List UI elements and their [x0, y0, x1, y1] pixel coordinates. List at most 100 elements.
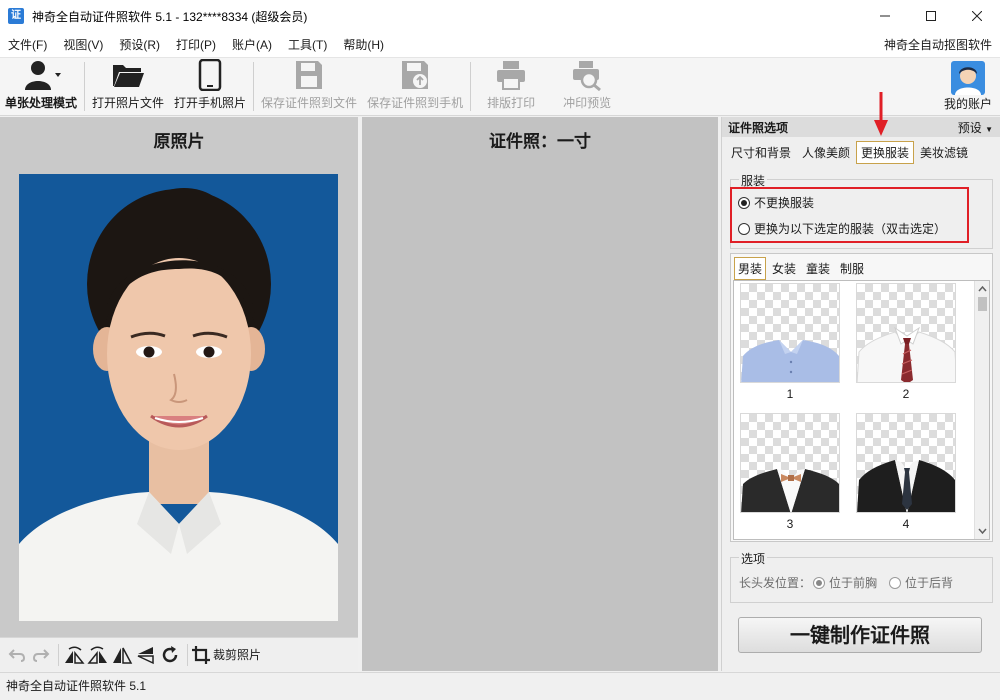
print-preview-icon — [573, 61, 602, 91]
tab-change-clothing[interactable]: 更换服装 — [856, 141, 915, 164]
save-file-button[interactable]: 保存证件照到文件 — [256, 58, 362, 115]
radio-change-clothing[interactable]: 更换为以下选定的服装（双击选定） — [738, 220, 946, 237]
single-mode-label: 单张处理模式 — [5, 96, 78, 110]
menu-preset[interactable]: 预设(R) — [111, 32, 168, 58]
hair-position-row: 长头发位置： 位于前胸 位于后背 — [739, 574, 953, 591]
rotate-right-button[interactable] — [87, 644, 109, 666]
red-arrow-icon — [874, 92, 888, 136]
refresh-icon — [162, 645, 178, 662]
menu-file[interactable]: 文件(F) — [0, 32, 55, 58]
layout-print-button[interactable]: 排版打印 — [473, 58, 549, 115]
maximize-icon — [926, 11, 936, 21]
clothing-number: 4 — [902, 517, 910, 531]
clothing-item[interactable]: 3 — [740, 413, 840, 531]
refresh-button[interactable] — [159, 644, 181, 666]
gallery-scrollbar[interactable] — [974, 281, 989, 539]
clothing-thumbnail — [740, 283, 840, 383]
clothing-item[interactable]: 4 — [856, 413, 956, 531]
original-photo[interactable] — [19, 174, 338, 621]
menu-help[interactable]: 帮助(H) — [335, 32, 392, 58]
tab-womenswear[interactable]: 女装 — [768, 257, 800, 280]
clothing-number: 3 — [786, 517, 794, 531]
hair-back-label: 位于后背 — [905, 576, 954, 590]
preset-label: 预设 — [957, 120, 982, 135]
rotate-right-icon — [87, 646, 107, 664]
close-icon — [972, 11, 982, 21]
my-account-button[interactable]: 我的账户 — [944, 58, 992, 116]
radio-no-change-label: 不更换服装 — [754, 196, 815, 210]
menu-tools[interactable]: 工具(T) — [280, 32, 335, 58]
save-to-phone-icon — [402, 61, 429, 89]
printer-icon — [497, 61, 526, 90]
radio-checked-icon — [738, 196, 750, 209]
cutout-software-link[interactable]: 神奇全自动抠图软件 — [884, 32, 992, 58]
radio-no-change[interactable]: 不更换服装 — [738, 194, 814, 211]
menu-print[interactable]: 打印(P) — [168, 32, 224, 58]
crop-label: 裁剪照片 — [213, 648, 262, 662]
flip-vertical-button[interactable] — [135, 644, 157, 666]
rotate-left-button[interactable] — [63, 644, 85, 666]
title-bar: 证 神奇全自动证件照软件 5.1 - 132****8334 (超级会员) — [0, 0, 1000, 32]
gallery-tabs: 男装 女装 童装 制服 — [734, 257, 870, 280]
folder-open-icon — [113, 65, 145, 87]
clothing-thumbnail — [856, 413, 956, 513]
radio-hair-front-icon[interactable] — [813, 576, 826, 589]
tab-beauty[interactable]: 人像美颜 — [797, 141, 855, 164]
clothing-thumbnail — [856, 283, 956, 383]
suit-tie-image — [857, 460, 955, 512]
clothing-number: 2 — [902, 387, 910, 401]
id-photo-title: 证件照：一寸 — [489, 132, 591, 152]
tab-size-background[interactable]: 尺寸和背景 — [726, 141, 796, 164]
open-file-button[interactable]: 打开照片文件 — [87, 58, 169, 115]
undo-button[interactable] — [6, 644, 28, 666]
radio-hair-back-icon[interactable] — [889, 576, 902, 589]
hair-position-label: 长头发位置： — [739, 576, 812, 590]
open-file-label: 打开照片文件 — [92, 96, 165, 110]
save-phone-button[interactable]: 保存证件照到手机 — [362, 58, 468, 115]
id-photo-preview-panel: 证件照：一寸 — [362, 117, 718, 671]
options-group: 选项 长头发位置： 位于前胸 位于后背 — [730, 550, 993, 603]
tab-uniform[interactable]: 制服 — [836, 257, 868, 280]
scrollbar-thumb[interactable] — [978, 297, 987, 311]
print-preview-label: 冲印预览 — [563, 96, 612, 110]
clothing-gallery: 男装 女装 童装 制服 1 2 3 4 — [730, 253, 993, 542]
redo-button[interactable] — [30, 644, 52, 666]
options-header: 证件照选项 预设 ▼ — [722, 117, 1000, 137]
minimize-button[interactable] — [862, 0, 908, 32]
make-id-photo-button[interactable]: 一键制作证件照 — [738, 617, 982, 653]
clothing-number: 1 — [786, 387, 794, 401]
status-bar: 神奇全自动证件照软件 5.1 — [0, 672, 1000, 700]
redo-icon — [32, 648, 50, 662]
menu-view[interactable]: 视图(V) — [55, 32, 111, 58]
toolbar-separator — [253, 62, 255, 111]
menu-account[interactable]: 账户(A) — [224, 32, 280, 58]
clothing-item[interactable]: 1 — [740, 283, 840, 401]
preset-dropdown[interactable]: 预设 ▼ — [958, 119, 993, 136]
flip-horizontal-button[interactable] — [111, 644, 133, 666]
crop-icon — [192, 645, 210, 664]
open-phone-label: 打开手机照片 — [174, 96, 247, 110]
save-icon — [296, 61, 323, 89]
print-preview-button[interactable]: 冲印预览 — [549, 58, 625, 115]
close-button[interactable] — [954, 0, 1000, 32]
tab-makeup-filter[interactable]: 美妆滤镜 — [915, 141, 973, 164]
maximize-button[interactable] — [908, 0, 954, 32]
white-shirt-tie-image — [857, 326, 955, 382]
hair-front-label: 位于前胸 — [829, 576, 878, 590]
open-phone-button[interactable]: 打开手机照片 — [169, 58, 251, 115]
single-mode-button[interactable]: 单张处理模式 — [0, 58, 82, 115]
options-title: 证件照选项 — [728, 120, 789, 135]
rotate-left-icon — [65, 646, 85, 664]
tab-childrenswear[interactable]: 童装 — [802, 257, 834, 280]
tab-menswear[interactable]: 男装 — [734, 257, 767, 280]
tools-separator — [58, 643, 59, 666]
toolbar-separator — [470, 62, 472, 111]
clothing-item[interactable]: 2 — [856, 283, 956, 401]
original-photo-panel: 原照片 裁剪照片 — [0, 117, 358, 671]
crop-button[interactable]: 裁剪照片 — [192, 644, 261, 666]
options-tabs: 尺寸和背景 人像美颜 更换服装 美妆滤镜 — [726, 141, 974, 164]
user-mode-icon — [25, 61, 61, 90]
window-controls — [862, 0, 1000, 32]
toolbar: 单张处理模式 打开照片文件 打开手机照片 保存证件照到文件 保存证件照到手机 排… — [0, 58, 1000, 116]
toolbar-separator — [84, 62, 86, 111]
